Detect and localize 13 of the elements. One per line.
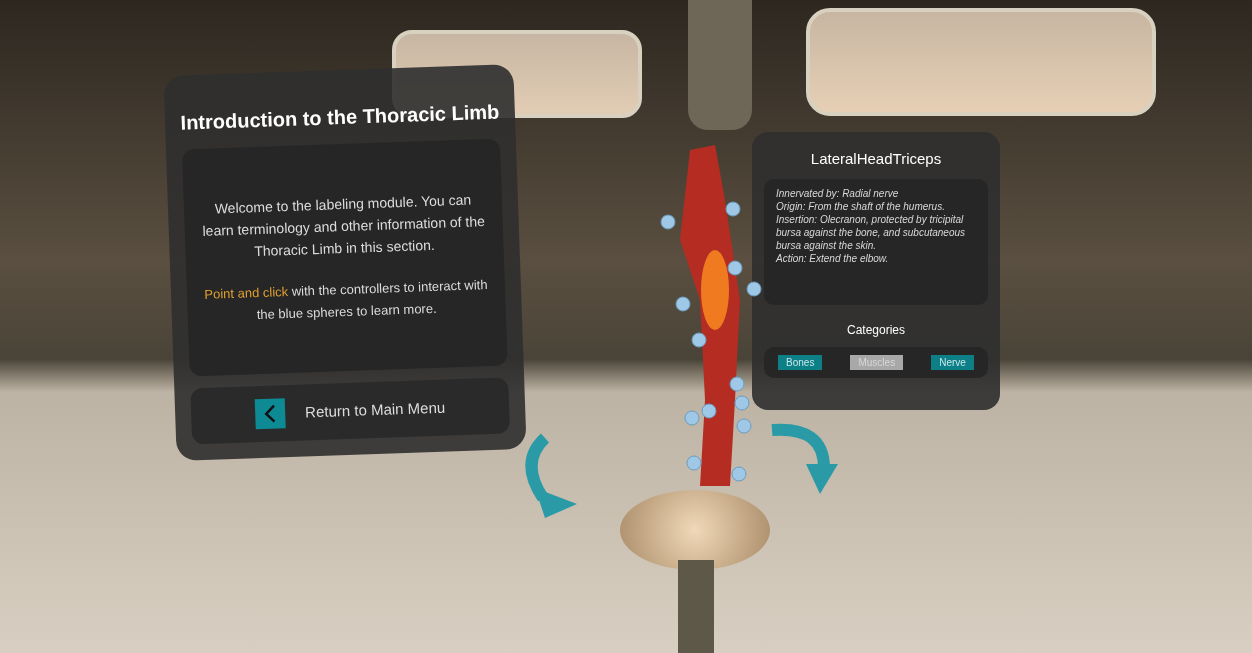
description-line: Origin: From the shaft of the humerus.: [776, 199, 946, 213]
category-tab[interactable]: Nerve: [931, 354, 974, 370]
description-line: Insertion: Olecranon, protected by tricipital bursa against the bone, and subcutaneous bursa against the skin.: [776, 212, 967, 252]
category-tab[interactable]: Bones: [778, 354, 823, 370]
welcome-text: Welcome to the labeling module. You can learn terminology and other information of the Thoracic Limb in this section.: [201, 190, 487, 261]
panel-title: Introduction to the Thoracic Limb: [180, 99, 500, 136]
hint-text: Point and click with the controllers to interact with the blue spheres to learn more.: [203, 275, 489, 324]
return-to-main-menu-button[interactable]: Return to Main Menu: [190, 377, 511, 445]
description-line: Action: Extend the elbow.: [776, 251, 890, 265]
panel-title: LateralHeadTriceps: [810, 149, 942, 169]
categories-heading: Categories: [847, 321, 905, 339]
back-chevron-icon: [254, 398, 286, 430]
description-line: Innervated by: Radial nerve: [776, 186, 900, 200]
